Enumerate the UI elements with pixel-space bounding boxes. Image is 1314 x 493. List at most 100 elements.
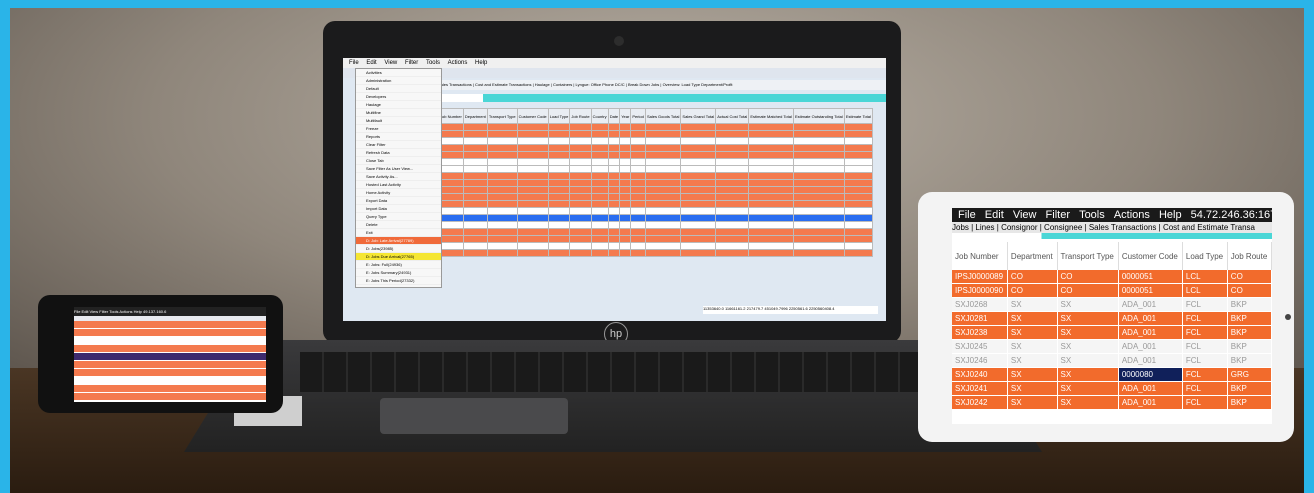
- dropdown-item[interactable]: Export Data: [356, 197, 441, 205]
- dropdown-item[interactable]: Refresh Data: [356, 149, 441, 157]
- tablet-cell[interactable]: SX: [1007, 381, 1058, 396]
- tablet-cell[interactable]: SX: [1007, 325, 1058, 340]
- tablet-row[interactable]: IPSJ0000090 CO CO 0000051 LCL CO: [952, 283, 1272, 298]
- tablet-cell[interactable]: LCL: [1182, 270, 1228, 284]
- menu-actions[interactable]: Actions: [448, 60, 468, 66]
- dropdown-item[interactable]: Query Type: [356, 213, 441, 221]
- tablet-cell[interactable]: CO: [1227, 270, 1272, 284]
- tablet-row[interactable]: SXJ0242 SX SX ADA_001 FCL BKP: [952, 395, 1272, 410]
- tablet-cell[interactable]: ADA_001: [1118, 311, 1183, 326]
- laptop-row[interactable]: [438, 172, 874, 180]
- menu-help[interactable]: Help: [475, 60, 487, 66]
- laptop-row[interactable]: [438, 123, 874, 131]
- laptop-col-header[interactable]: Job Number: [438, 108, 464, 124]
- dropdown-item[interactable]: Close Tab: [356, 157, 441, 165]
- dropdown-item[interactable]: Save Activity As...: [356, 173, 441, 181]
- tablet-cell[interactable]: CO: [1007, 283, 1058, 298]
- tablet-cell[interactable]: FCL: [1182, 395, 1228, 410]
- tablet-cell[interactable]: SXJ0240: [952, 367, 1008, 382]
- laptop-row[interactable]: [438, 214, 874, 222]
- menu-file[interactable]: File: [349, 60, 359, 66]
- dropdown-item[interactable]: Home Activity: [356, 189, 441, 197]
- tablet-row[interactable]: SXJ0245 SX SX ADA_001 FCL BKP: [952, 339, 1272, 354]
- tmenu-file[interactable]: File: [958, 209, 976, 221]
- dropdown-item[interactable]: E: Jobs Summary(24931): [356, 269, 441, 277]
- menu-view[interactable]: View: [384, 60, 397, 66]
- tablet-cell[interactable]: BKP: [1227, 339, 1272, 354]
- tablet-cell[interactable]: SX: [1057, 395, 1119, 410]
- dropdown-item[interactable]: Delete: [356, 221, 441, 229]
- phone-row[interactable]: [74, 345, 266, 353]
- laptop-row[interactable]: [438, 193, 874, 201]
- laptop-col-header[interactable]: Customer Code: [516, 108, 549, 124]
- tablet-cell[interactable]: CO: [1057, 270, 1119, 284]
- tablet-cell[interactable]: IPSJ0000090: [952, 283, 1008, 298]
- tablet-cell[interactable]: SX: [1007, 311, 1058, 326]
- dropdown-item[interactable]: Import Data: [356, 205, 441, 213]
- tablet-cell[interactable]: FCL: [1182, 297, 1228, 312]
- tablet-cell[interactable]: FCL: [1182, 353, 1228, 368]
- tablet-col-header[interactable]: Customer Code: [1118, 242, 1183, 270]
- tablet-cell[interactable]: CO: [1227, 283, 1272, 298]
- phone-row[interactable]: [74, 393, 266, 401]
- laptop-row[interactable]: [438, 242, 874, 250]
- laptop-row[interactable]: [438, 158, 874, 166]
- dropdown-item[interactable]: E: Jobs This Period(27332): [356, 277, 441, 285]
- tablet-cell[interactable]: SX: [1057, 311, 1119, 326]
- tablet-row[interactable]: SXJ0238 SX SX ADA_001 FCL BKP: [952, 325, 1272, 340]
- laptop-col-header[interactable]: Job Route: [569, 108, 592, 124]
- tablet-filter-bar[interactable]: [952, 233, 1272, 239]
- phone-row[interactable]: [74, 321, 266, 329]
- tablet-col-header[interactable]: Department: [1007, 242, 1058, 270]
- tablet-col-header[interactable]: Job Route: [1227, 242, 1272, 270]
- tablet-cell[interactable]: CO: [1057, 283, 1119, 298]
- tablet-cell[interactable]: FCL: [1182, 339, 1228, 354]
- tablet-row[interactable]: SXJ0241 SX SX ADA_001 FCL BKP: [952, 381, 1272, 396]
- tablet-cell[interactable]: SX: [1057, 381, 1119, 396]
- laptop-row[interactable]: [438, 200, 874, 208]
- laptop-tabs[interactable]: Sales Transactions | Cost and Estimate T…: [438, 80, 886, 90]
- phone-row[interactable]: [74, 353, 266, 361]
- tablet-cell[interactable]: SXJ0268: [952, 297, 1008, 312]
- tablet-tabs[interactable]: Jobs | Lines | Consignor | Consignee | S…: [952, 222, 1272, 233]
- dropdown-item[interactable]: Administration: [356, 77, 441, 85]
- laptop-row[interactable]: [438, 179, 874, 187]
- laptop-col-header[interactable]: Actual Cost Total: [715, 108, 750, 124]
- tablet-cell[interactable]: ADA_001: [1118, 325, 1183, 340]
- filter-bar[interactable]: [438, 94, 886, 102]
- dropdown-item[interactable]: Multifault: [356, 117, 441, 125]
- dropdown-item[interactable]: Save Filter As User View...: [356, 165, 441, 173]
- phone-row[interactable]: [74, 361, 266, 369]
- tablet-cell[interactable]: IPSJ0000089: [952, 270, 1008, 284]
- laptop-col-header[interactable]: Estimate Total: [843, 108, 874, 124]
- tmenu-actions[interactable]: Actions: [1114, 209, 1150, 221]
- tablet-cell[interactable]: BKP: [1227, 395, 1272, 410]
- tmenu-filter[interactable]: Filter: [1046, 209, 1070, 221]
- phone-row[interactable]: [74, 369, 266, 377]
- tmenu-edit[interactable]: Edit: [985, 209, 1004, 221]
- laptop-row[interactable]: [438, 137, 874, 145]
- laptop-row[interactable]: [438, 228, 874, 236]
- tablet-cell[interactable]: BKP: [1227, 381, 1272, 396]
- tmenu-view[interactable]: View: [1013, 209, 1037, 221]
- tablet-cell[interactable]: SXJ0246: [952, 353, 1008, 368]
- laptop-row[interactable]: [438, 130, 874, 138]
- dropdown-item[interactable]: Reports: [356, 133, 441, 141]
- dropdown-item[interactable]: D: Jobs(23985): [356, 245, 441, 253]
- tablet-cell[interactable]: SX: [1007, 353, 1058, 368]
- tablet-cell[interactable]: SXJ0281: [952, 311, 1008, 326]
- menu-filter[interactable]: Filter: [405, 60, 418, 66]
- phone-row[interactable]: [74, 385, 266, 393]
- tablet-cell[interactable]: SXJ0241: [952, 381, 1008, 396]
- tablet-cell[interactable]: BKP: [1227, 353, 1272, 368]
- laptop-row[interactable]: [438, 165, 874, 173]
- laptop-col-header[interactable]: Transport Type: [486, 108, 518, 124]
- dropdown-item[interactable]: Developers: [356, 93, 441, 101]
- laptop-col-header[interactable]: Sales Grand Total: [680, 108, 717, 124]
- laptop-col-header[interactable]: Estimate Matched Total: [748, 108, 794, 124]
- phone-row[interactable]: [74, 329, 266, 337]
- tablet-cell[interactable]: SX: [1007, 339, 1058, 354]
- tablet-cell[interactable]: SX: [1057, 353, 1119, 368]
- tablet-home-button[interactable]: [1285, 314, 1291, 320]
- tablet-cell[interactable]: SX: [1007, 395, 1058, 410]
